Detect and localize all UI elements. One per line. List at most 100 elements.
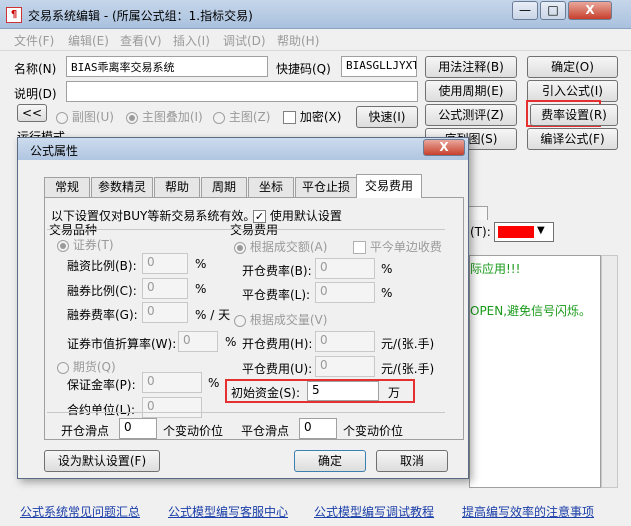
short-ratio-input[interactable]: 0	[142, 278, 188, 299]
footer-link-tutorial[interactable]: 公式模型编写调试教程	[314, 503, 434, 520]
short-fee-unit: % / 天	[195, 308, 231, 322]
footer-link-faq[interactable]: 公式系统常见问题汇总	[20, 503, 140, 520]
editor-line: 际应用!!!	[470, 262, 521, 276]
initial-capital-input[interactable]: 5	[307, 381, 379, 401]
short-ratio-label: 融券比例(C):	[67, 284, 137, 298]
menu-help[interactable]: 帮助(H)	[277, 32, 319, 49]
name-input[interactable]: BIAS乖离率交易系统	[66, 56, 268, 77]
tab-trading-fees[interactable]: 交易费用	[356, 174, 422, 198]
description-input[interactable]	[66, 81, 418, 102]
dialog-close-button[interactable]: X	[423, 139, 465, 156]
market-discount-input[interactable]: 0	[178, 331, 218, 352]
percent-unit: %	[208, 376, 220, 390]
formula-app-icon: ¶	[6, 7, 22, 23]
dialog-titlebar: 公式属性 X	[18, 138, 468, 160]
radio-subchart[interactable]: 副图(U)	[56, 108, 114, 125]
color-swatch	[498, 226, 534, 238]
menu-view[interactable]: 查看(V)	[120, 32, 162, 49]
deposit-rate-input[interactable]: 0	[142, 372, 202, 393]
percent-unit: %	[225, 335, 237, 349]
tab-general[interactable]: 常规	[44, 177, 90, 197]
description-label: 说明(D)	[14, 87, 57, 101]
usage-note-button[interactable]: 用法注释(B)	[425, 56, 517, 78]
window-titlebar: ¶ 交易系统编辑 - (所属公式组：1.指标交易) — □ X	[0, 0, 631, 29]
maximize-button[interactable]: □	[540, 1, 566, 20]
percent-unit: %	[195, 257, 207, 271]
open-fee-label: 开仓费用(H):	[242, 337, 313, 351]
percent-unit: %	[381, 286, 393, 300]
menu-bar: 文件(F) 编辑(E) 查看(V) 插入(I) 调试(D) 帮助(H)	[0, 29, 631, 51]
ok-button[interactable]: 确定	[294, 450, 366, 472]
tab-stop-loss[interactable]: 平仓止损	[295, 177, 357, 197]
set-default-button[interactable]: 设为默认设置(F)	[44, 450, 160, 472]
menu-file[interactable]: 文件(F)	[14, 32, 54, 49]
shortcut-label: 快捷码(Q)	[276, 62, 331, 76]
shortcut-input[interactable]: BIASGLLJYXT	[341, 56, 417, 77]
checkbox-icon	[353, 241, 366, 254]
trading-fees-panel: 以下设置仅对BUY等新交易系统有效。 ✓ 使用默认设置 交易品种 交易费用 证券…	[44, 197, 464, 440]
close-rate-input[interactable]: 0	[315, 282, 375, 303]
tab-param-wizard[interactable]: 参数精灵	[91, 177, 153, 197]
chevron-down-icon: ▼	[537, 225, 545, 236]
footer-link-efficiency[interactable]: 提高编写效率的注意事项	[462, 503, 594, 520]
radio-selected-icon	[57, 239, 69, 252]
tab-help[interactable]: 帮助	[154, 177, 200, 197]
radio-selected-icon	[126, 111, 138, 124]
use-period-button[interactable]: 使用周期(E)	[425, 80, 517, 102]
compile-formula-button[interactable]: 编译公式(F)	[527, 128, 618, 150]
radio-futures[interactable]: 期货(Q)	[57, 358, 116, 375]
close-slippage-input[interactable]: 0	[299, 418, 337, 439]
menu-edit[interactable]: 编辑(E)	[68, 32, 109, 49]
close-fee-label: 平仓费用(U):	[242, 362, 313, 376]
margin-ratio-input[interactable]: 0	[142, 253, 188, 274]
tab-coordinates[interactable]: 坐标	[248, 177, 294, 197]
close-fee-input[interactable]: 0	[315, 356, 375, 377]
encrypt-checkbox[interactable]: 加密(X)	[283, 108, 341, 125]
radio-by-volume[interactable]: 根据成交量(V)	[234, 311, 327, 328]
contract-unit-label: 合约单位(L):	[67, 403, 136, 417]
close-button[interactable]: X	[568, 1, 612, 20]
collapse-button[interactable]: <<	[17, 104, 47, 122]
open-fee-input[interactable]: 0	[315, 331, 375, 352]
contract-unit-input[interactable]: 0	[142, 397, 202, 418]
name-label: 名称(N)	[14, 62, 57, 76]
radio-icon	[56, 111, 68, 124]
code-editor[interactable]: 际应用!!! OPEN,避免信号闪烁。	[469, 255, 601, 488]
percent-unit: %	[195, 282, 207, 296]
menu-debug[interactable]: 调试(D)	[223, 32, 266, 49]
confirm-button[interactable]: 确定(O)	[527, 56, 618, 78]
slippage-divider	[47, 412, 445, 413]
short-fee-input[interactable]: 0	[142, 302, 188, 323]
formula-review-button[interactable]: 公式测评(Z)	[425, 104, 517, 126]
dialog-title: 公式属性	[30, 144, 79, 158]
open-rate-input[interactable]: 0	[315, 258, 375, 279]
initial-capital-label: 初始资金(S):	[231, 386, 301, 400]
radio-by-amount[interactable]: 根据成交额(A)	[234, 238, 327, 255]
color-picker[interactable]: ▼	[494, 222, 554, 242]
editor-scrollbar[interactable]	[601, 255, 618, 488]
percent-unit: %	[381, 262, 393, 276]
footer-link-support[interactable]: 公式模型编写客服中心	[168, 503, 288, 520]
fee-unit: 元/(张.手)	[381, 337, 435, 351]
radio-selected-icon	[234, 241, 246, 254]
minimize-button[interactable]: —	[512, 1, 538, 20]
radio-icon	[57, 361, 69, 374]
tab-period[interactable]: 周期	[201, 177, 247, 197]
radio-icon	[213, 111, 225, 124]
radio-stock[interactable]: 证券(T)	[57, 236, 114, 253]
cancel-button[interactable]: 取消	[376, 450, 448, 472]
open-slippage-input[interactable]: 0	[119, 418, 157, 439]
editor-tab[interactable]	[468, 206, 488, 220]
radio-main[interactable]: 主图(Z)	[213, 108, 270, 125]
menu-insert[interactable]: 插入(I)	[173, 32, 210, 49]
import-formula-button[interactable]: 引入公式(I)	[527, 80, 618, 102]
editor-line: OPEN,避免信号闪烁。	[470, 304, 592, 318]
flat-today-checkbox[interactable]: 平今单边收费	[353, 238, 442, 255]
quick-button[interactable]: 快速(I)	[356, 106, 418, 128]
fee-settings-button[interactable]: 费率设置(R)	[530, 104, 618, 126]
fee-group-divider	[225, 229, 445, 230]
close-rate-label: 平仓费率(L):	[242, 288, 311, 302]
radio-overlay[interactable]: 主图叠加(I)	[126, 108, 203, 125]
tick-unit-label: 个变动价位	[163, 424, 224, 438]
short-fee-label: 融券费率(G):	[67, 308, 138, 322]
